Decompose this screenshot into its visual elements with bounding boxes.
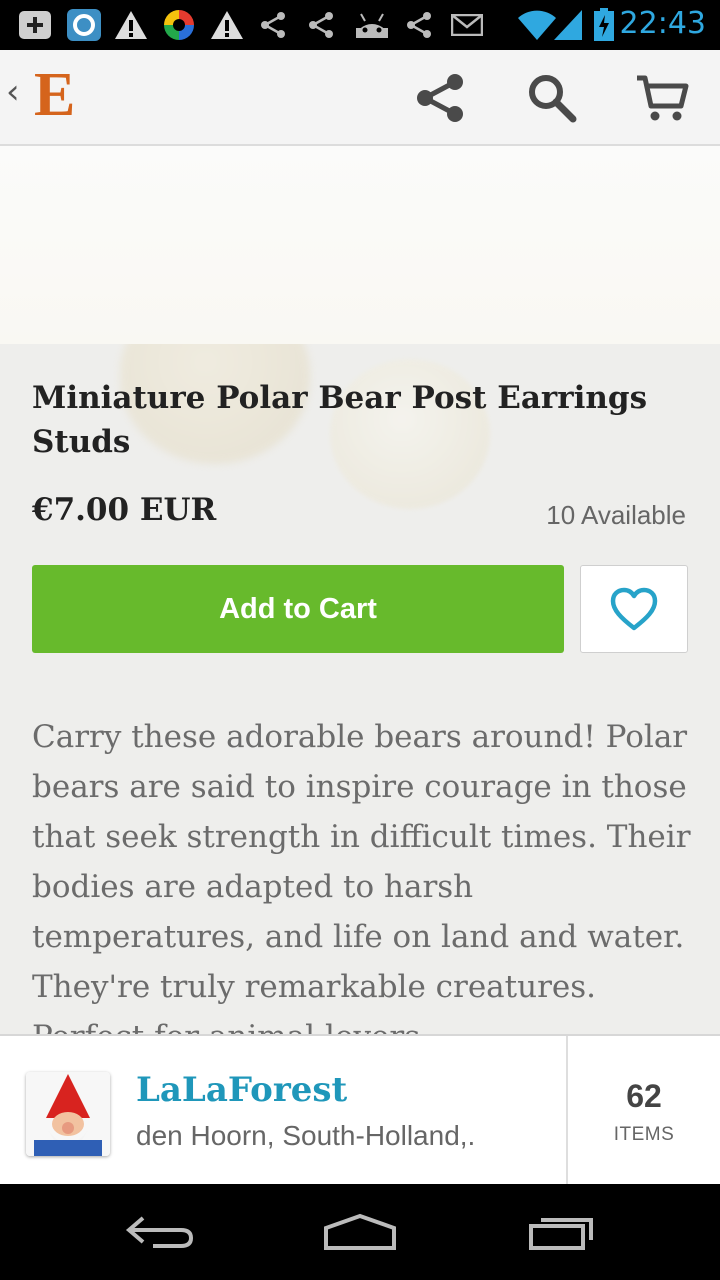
battery-charging-icon [592,8,616,41]
search-button[interactable] [522,68,582,128]
share-icon [404,9,434,41]
shop-items-label: ITEMS [613,1124,675,1145]
mail-icon [450,9,484,41]
heart-outline-icon [610,587,658,631]
nav-recent-apps-button[interactable] [502,1202,622,1262]
add-to-cart-button[interactable]: Add to Cart [32,565,564,653]
cart-icon [637,75,689,121]
shop-item-count[interactable]: 62 [568,1078,720,1115]
warning-icon [114,9,148,41]
listing-price: €7.00 EUR [32,492,217,528]
shop-location: den Hoorn, South-Holland,. [136,1120,476,1151]
nav-back-button[interactable] [100,1202,220,1262]
back-icon [125,1216,194,1248]
share-icon [417,74,463,122]
signal-icon [552,9,584,41]
favorite-button[interactable] [580,565,688,653]
search-icon [529,75,577,123]
listing-title: Miniature Polar Bear Post Earrings Studs [32,380,648,460]
app-logo[interactable]: E [34,60,75,131]
status-time: 22:43 [619,6,706,41]
app-square-icon [66,9,102,41]
listing-description: Carry these adorable bears around! Polar… [32,719,691,1034]
shop-avatar[interactable] [26,1072,110,1156]
recent-apps-icon [529,1218,593,1250]
nav-home-button[interactable] [300,1202,420,1262]
product-image[interactable] [0,146,720,344]
android-icon [352,9,392,41]
share-button[interactable] [410,68,470,128]
home-icon [324,1213,396,1250]
warning-icon [210,9,244,41]
back-chevron-icon[interactable]: ‹ [6,72,20,112]
shop-name-link[interactable]: LaLaForest [136,1070,347,1110]
availability-text: 10 Available [546,500,686,530]
action-bar: ‹ E [0,50,720,146]
share-icon [258,9,288,41]
share-icon [306,9,336,41]
navigation-bar [0,1184,720,1280]
gnome-avatar-image [26,1072,110,1156]
cart-button[interactable] [632,68,692,128]
status-bar: 22:43 [0,0,720,50]
color-wheel-icon [162,9,196,41]
shop-bar[interactable]: LaLaForest den Hoorn, South-Holland,. 62… [0,1034,720,1186]
plus-square-icon [18,9,52,41]
